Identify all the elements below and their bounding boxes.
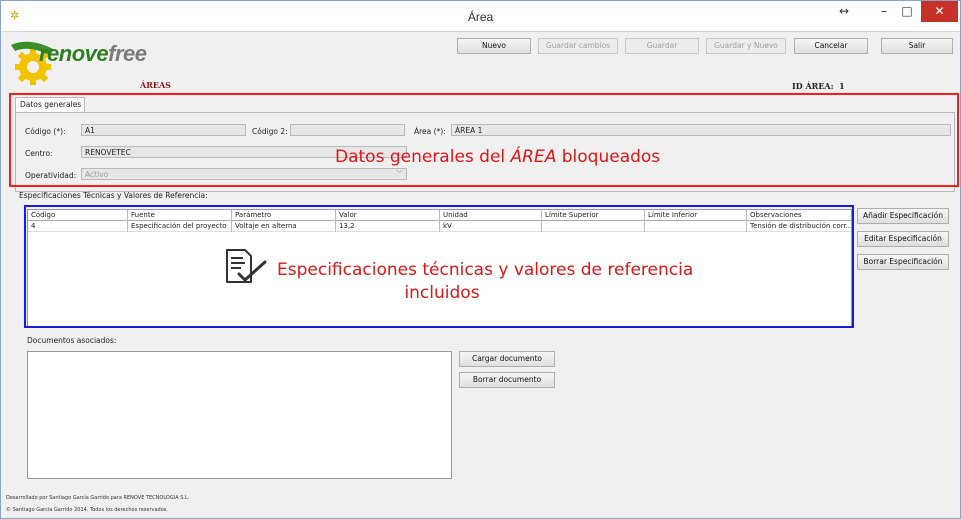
id-area-value: 1 xyxy=(839,81,845,91)
logo-text-renove: renove xyxy=(39,41,109,66)
annotation-red-italic: ÁREA xyxy=(510,147,557,167)
specs-section-label: Especificaciones Técnicas y Valores de R… xyxy=(19,191,208,200)
logo-text-free: free xyxy=(108,41,147,66)
guardar-cambios-button[interactable]: Guardar cambios xyxy=(538,38,618,54)
nuevo-button[interactable]: Nuevo xyxy=(457,38,531,54)
salir-button[interactable]: Salir xyxy=(881,38,953,54)
window-title: Área xyxy=(467,10,494,24)
documents-list[interactable] xyxy=(27,351,452,479)
annotation-blue-line1: Especificaciones técnicas y valores de r… xyxy=(277,260,694,280)
main-content: renovefree ÁREAS ID ÁREA: 1 Nuevo Guarda… xyxy=(1,33,960,518)
title-bar: ✲ Área ↔ – □ ✕ xyxy=(1,1,960,32)
delete-document-button[interactable]: Borrar documento xyxy=(459,372,555,388)
minimize-button[interactable]: – xyxy=(874,1,894,22)
annotation-red-suffix: bloqueados xyxy=(556,147,661,167)
id-area-caption: ID ÁREA: xyxy=(792,81,834,91)
id-area-label: ID ÁREA: 1 xyxy=(792,81,845,91)
specs-annotation: Especificaciones técnicas y valores de r… xyxy=(277,259,727,305)
maximize-button[interactable]: □ xyxy=(896,1,918,22)
annotation-red-prefix: Datos generales del xyxy=(335,147,511,167)
application-window: ✲ Área ↔ – □ ✕ renovefree ÁREAS ID ÁREA:… xyxy=(0,0,961,519)
resize-icon[interactable]: ↔ xyxy=(834,1,854,22)
annotation-blue-line2: incluidos xyxy=(404,283,480,303)
documents-section-label: Documentos asociados: xyxy=(27,336,117,345)
footer-credits: Desarrollado por Santiago García Garrido… xyxy=(6,495,190,501)
close-button[interactable]: ✕ xyxy=(921,1,958,22)
footer-copyright: © Santiago García Garrido 2014. Todos lo… xyxy=(6,507,168,513)
general-data-annotation: Datos generales del ÁREA bloqueados xyxy=(335,147,660,167)
checklist-icon xyxy=(226,249,267,283)
general-data-highlight xyxy=(9,93,959,187)
cancelar-button[interactable]: Cancelar xyxy=(794,38,868,54)
add-spec-button[interactable]: Añadir Especificación xyxy=(857,208,949,224)
guardar-button[interactable]: Guardar xyxy=(625,38,699,54)
guardar-nuevo-button[interactable]: Guardar y Nuevo xyxy=(706,38,786,54)
edit-spec-button[interactable]: Editar Especificación xyxy=(857,231,949,247)
page-title: ÁREAS xyxy=(140,80,171,90)
delete-spec-button[interactable]: Borrar Especificación xyxy=(857,254,949,270)
load-document-button[interactable]: Cargar documento xyxy=(459,351,555,367)
